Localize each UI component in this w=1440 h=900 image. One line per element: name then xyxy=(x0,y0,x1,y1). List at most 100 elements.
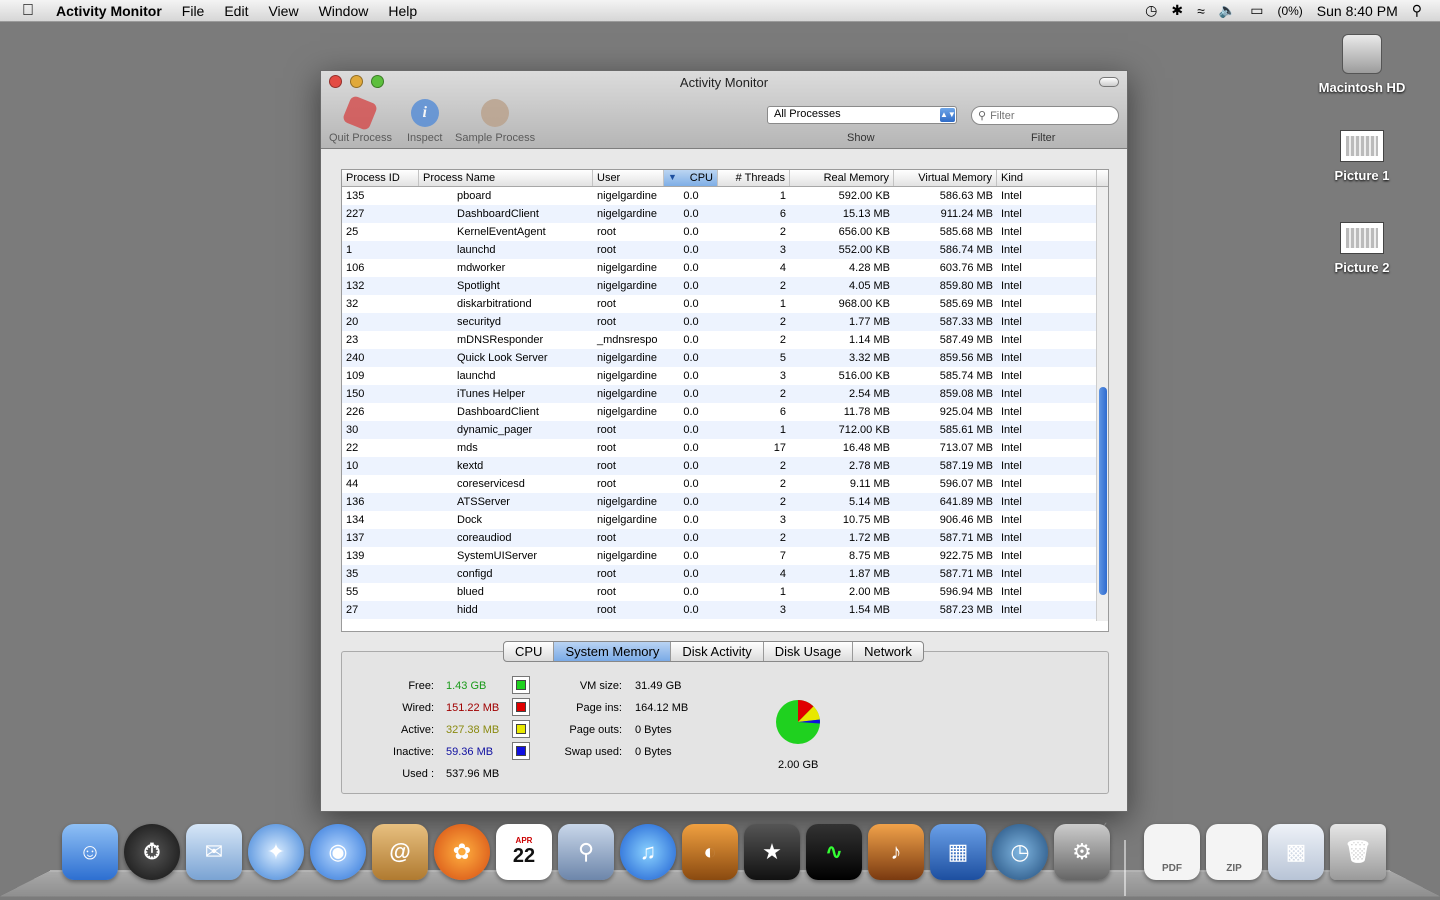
battery-percent[interactable]: (0%) xyxy=(1277,4,1302,18)
total-memory-label: 2.00 GB xyxy=(778,759,819,771)
filter-field[interactable]: ⚲ xyxy=(971,106,1119,125)
column-header-name[interactable]: Process Name xyxy=(419,170,593,186)
dock-trash-icon[interactable]: 🗑 xyxy=(1330,824,1386,880)
menu-help[interactable]: Help xyxy=(378,3,427,19)
table-row[interactable]: 25 KernelEventAgent root 0.0 2 656.00 KB 585.6… xyxy=(342,223,1108,241)
dock-activity-monitor-icon[interactable]: ∿ xyxy=(806,824,862,880)
table-row[interactable]: 10 kextd root 0.0 2 2.78 MB 587.19 MB Intel xyxy=(342,457,1108,475)
dock-imovie-icon[interactable]: ★ xyxy=(744,824,800,880)
desktop-icon-label: Macintosh HD xyxy=(1318,80,1406,95)
dock-firefox-icon[interactable]: ✿ xyxy=(434,824,490,880)
column-header-user[interactable]: User xyxy=(593,170,664,186)
table-row[interactable]: 106 mdworker nigelgardine 0.0 4 4.28 MB 603.76… xyxy=(342,259,1108,277)
dock-system-preferences-icon[interactable]: ⚙ xyxy=(1054,824,1110,880)
table-row[interactable]: 134 Dock nigelgardine 0.0 3 10.75 MB 906.46 MB… xyxy=(342,511,1108,529)
table-row[interactable]: 55 blued root 0.0 1 2.00 MB 596.94 MB Intel xyxy=(342,583,1108,601)
dock-mail-icon[interactable]: ✉ xyxy=(186,824,242,880)
dock-itunes-icon[interactable]: ♫ xyxy=(620,824,676,880)
dock-finder-icon[interactable]: ☺ xyxy=(62,824,118,880)
dock-garageband-icon[interactable]: ♪ xyxy=(868,824,924,880)
table-row[interactable]: 227 DashboardClient nigelgardine 0.0 6 15.13 … xyxy=(342,205,1108,223)
tab-network[interactable]: Network xyxy=(853,642,923,661)
menu-view[interactable]: View xyxy=(258,3,308,19)
menu-file[interactable]: File xyxy=(172,3,215,19)
cell-pid: 55 xyxy=(346,586,359,598)
column-header-kind[interactable]: Kind xyxy=(997,170,1097,186)
dock-ichat-icon[interactable]: ◉ xyxy=(310,824,366,880)
cell-real-memory: 4.28 MB xyxy=(849,262,890,274)
dock-spaces-icon[interactable]: ▦ xyxy=(930,824,986,880)
dock-zip-archive-icon[interactable]: ZIP xyxy=(1206,824,1262,880)
table-row[interactable]: 136 ATSServer nigelgardine 0.0 2 5.14 MB 641.8… xyxy=(342,493,1108,511)
time-machine-icon[interactable]: ◷ xyxy=(1145,2,1157,19)
table-row[interactable]: 23 mDNSResponder _mdnsrespo 0.0 2 1.14 MB 587.… xyxy=(342,331,1108,349)
table-row[interactable]: 1 launchd root 0.0 3 552.00 KB 586.74 MB Intel xyxy=(342,241,1108,259)
cell-kind: Intel xyxy=(1001,226,1022,238)
show-processes-select[interactable]: All Processes ▲▼ xyxy=(767,106,957,124)
tab-cpu[interactable]: CPU xyxy=(504,642,555,661)
cell-cpu: 0.0 xyxy=(683,334,699,346)
cell-name: launchd xyxy=(457,370,496,382)
free-color-swatch[interactable] xyxy=(512,676,530,694)
inspect-button[interactable]: i Inspect xyxy=(407,99,442,144)
menu-edit[interactable]: Edit xyxy=(214,3,258,19)
window-titlebar[interactable]: Activity Monitor Quit Process i Inspect … xyxy=(321,71,1127,149)
column-header-threads[interactable]: # Threads xyxy=(718,170,790,186)
active-color-swatch[interactable] xyxy=(512,720,530,738)
wifi-icon[interactable]: ≈ xyxy=(1197,3,1205,19)
column-header-real-memory[interactable]: Real Memory xyxy=(790,170,894,186)
dock-safari-icon[interactable]: ✦ xyxy=(248,824,304,880)
cell-name: launchd xyxy=(457,244,496,256)
volume-icon[interactable]: 🔈 xyxy=(1219,2,1236,19)
quit-process-button[interactable]: Quit Process xyxy=(329,94,392,144)
table-row[interactable]: 135 pboard nigelgardine 0.0 1 592.00 KB 586.63… xyxy=(342,187,1108,205)
sample-process-button[interactable]: Sample Process xyxy=(455,99,535,144)
desktop-icon-macintosh-hd[interactable]: Macintosh HD xyxy=(1307,34,1417,95)
spotlight-search-icon[interactable]: ⚲ xyxy=(1412,2,1422,19)
table-row[interactable]: 30 dynamic_pager root 0.0 1 712.00 KB 585.61 M… xyxy=(342,421,1108,439)
tab-system-memory[interactable]: System Memory xyxy=(554,642,672,661)
table-row[interactable]: 226 DashboardClient nigelgardine 0.0 6 11.78 … xyxy=(342,403,1108,421)
filter-input[interactable] xyxy=(990,109,1101,122)
app-menu[interactable]: Activity Monitor xyxy=(46,3,172,19)
battery-icon[interactable]: ▭ xyxy=(1250,2,1263,19)
table-row[interactable]: 137 coreaudiod root 0.0 2 1.72 MB 587.71 MB Int… xyxy=(342,529,1108,547)
tab-disk-usage[interactable]: Disk Usage xyxy=(764,642,854,661)
table-row[interactable]: 27 hidd root 0.0 3 1.54 MB 587.23 MB Intel xyxy=(342,601,1108,619)
apple-menu-icon[interactable]:  xyxy=(14,2,42,20)
table-row[interactable]: 20 securityd root 0.0 2 1.77 MB 587.33 MB Intel xyxy=(342,313,1108,331)
table-row[interactable]: 240 Quick Look Server nigelgardine 0.0 5 3.32… xyxy=(342,349,1108,367)
table-row[interactable]: 132 Spotlight nigelgardine 0.0 2 4.05 MB 859.8… xyxy=(342,277,1108,295)
cell-kind: Intel xyxy=(1001,604,1022,616)
desktop-icon-picture-1[interactable]: Picture 1 xyxy=(1307,130,1417,183)
menubar-clock[interactable]: Sun 8:40 PM xyxy=(1317,3,1398,19)
table-row[interactable]: 22 mds root 0.0 17 16.48 MB 713.07 MB Intel xyxy=(342,439,1108,457)
table-row[interactable]: 109 launchd nigelgardine 0.0 3 516.00 KB 585.7… xyxy=(342,367,1108,385)
dock-preview-icon[interactable]: ⚲ xyxy=(558,824,614,880)
menu-window[interactable]: Window xyxy=(309,3,379,19)
dock-firefox-window-icon[interactable]: ▩ xyxy=(1268,824,1324,880)
table-row[interactable]: 44 coreservicesd root 0.0 2 9.11 MB 596.07 MB I… xyxy=(342,475,1108,493)
bluetooth-icon[interactable]: ✱ xyxy=(1171,2,1183,19)
column-header-cpu[interactable]: ▼ CPU xyxy=(664,170,718,186)
dock-dashboard-icon[interactable]: ⏱ xyxy=(124,824,180,880)
cell-kind: Intel xyxy=(1001,208,1022,220)
dock-time-machine-icon[interactable]: ◷ xyxy=(992,824,1048,880)
wired-color-swatch[interactable] xyxy=(512,698,530,716)
inactive-color-swatch[interactable] xyxy=(512,742,530,760)
scrollbar-thumb[interactable] xyxy=(1099,387,1107,595)
dock-address-book-icon[interactable]: @ xyxy=(372,824,428,880)
dock-iphoto-icon[interactable]: ◐ xyxy=(682,824,738,880)
tab-disk-activity[interactable]: Disk Activity xyxy=(671,642,764,661)
table-row[interactable]: 150 iTunes Helper nigelgardine 0.0 2 2.54 MB 8… xyxy=(342,385,1108,403)
column-header-virtual-memory[interactable]: Virtual Memory xyxy=(894,170,997,186)
dock-ical-icon[interactable]: APR 22 xyxy=(496,824,552,880)
table-row[interactable]: 32 diskarbitrationd root 0.0 1 968.00 KB 585.6… xyxy=(342,295,1108,313)
dock-pdf-document-icon[interactable]: PDF xyxy=(1144,824,1200,880)
table-row[interactable]: 139 SystemUIServer nigelgardine 0.0 7 8.75 MB… xyxy=(342,547,1108,565)
column-header-pid[interactable]: Process ID xyxy=(342,170,419,186)
table-scrollbar[interactable] xyxy=(1096,187,1108,621)
desktop-icon-picture-2[interactable]: Picture 2 xyxy=(1307,222,1417,275)
toolbar-toggle-button[interactable] xyxy=(1099,77,1119,87)
table-row[interactable]: 35 configd root 0.0 4 1.87 MB 587.71 MB Intel xyxy=(342,565,1108,583)
